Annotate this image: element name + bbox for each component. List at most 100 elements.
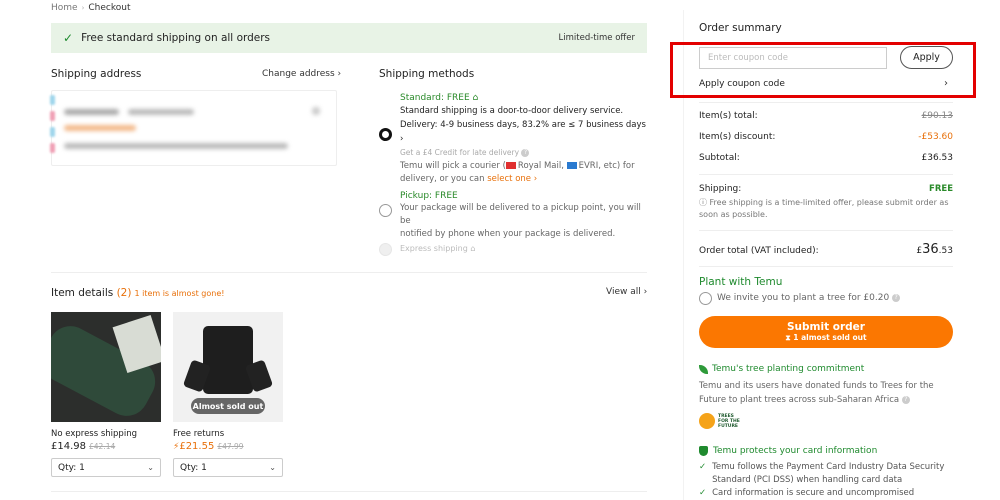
blurred-phone: [128, 109, 194, 115]
free-shipping-banner: ✓ Free standard shipping on all orders L…: [51, 23, 647, 53]
shipping-row: Shipping: FREE: [699, 184, 953, 194]
item-details-title: Item details (2) 1 item is almost gone!: [51, 287, 225, 299]
help-icon[interactable]: ?: [892, 293, 901, 302]
subtotal-value: £36.53: [921, 153, 954, 163]
items-discount-value: -£53.60: [918, 132, 953, 142]
check-icon: ✓: [63, 31, 74, 45]
address-stripe: [50, 143, 55, 153]
blurred-address: [64, 143, 288, 149]
pickup-desc-1: Your package will be delivered to a pick…: [400, 203, 641, 226]
submit-order-button[interactable]: Submit order ⧗ 1 almost sold out: [699, 316, 953, 348]
quantity-select[interactable]: Qty: 1 ⌄: [173, 458, 283, 477]
order-total-value: £36.53: [916, 242, 953, 257]
shipping-value: FREE: [929, 184, 953, 194]
divider: [699, 266, 953, 267]
almost-sold-out-badge: Almost sold out: [191, 398, 265, 414]
shipping-note: ⓘ Free shipping is a time-limited offer,…: [699, 198, 949, 219]
divider: [699, 230, 953, 231]
product-old-price: £47.99: [217, 442, 244, 451]
product-price: ⚡£21.55 £47.99: [173, 441, 244, 452]
card-protection-list: ✓ Temu follows the Payment Card Industry…: [699, 461, 959, 500]
divider: [699, 102, 953, 103]
view-all-link[interactable]: View all ›: [606, 287, 647, 297]
standard-shipping-option: Standard: FREE ⌂ Standard shipping is a …: [400, 93, 650, 186]
home-icon: ⌂: [472, 93, 479, 103]
change-address-link[interactable]: Change address ›: [262, 69, 341, 79]
blurred-label: [64, 125, 136, 131]
leaf-icon: [699, 364, 708, 374]
card-protection-title: Temu protects your card information: [699, 446, 877, 456]
product-image[interactable]: Almost sold out: [173, 312, 283, 422]
address-card[interactable]: [50, 90, 337, 166]
address-stripe: [50, 127, 55, 137]
pickup-shipping-option: Pickup: FREE Your package will be delive…: [400, 191, 650, 241]
section-divider: [51, 272, 647, 273]
tff-logo-text: TREES FOR THE FUTURE: [718, 413, 740, 429]
express-shipping-radio: [379, 243, 392, 256]
select-courier-link[interactable]: select one ›: [487, 174, 537, 184]
breadcrumb-current: Checkout: [88, 3, 131, 13]
plant-tree-invite: We invite you to plant a tree for £0.20 …: [717, 293, 901, 303]
evri-flag-icon: [566, 162, 577, 169]
tree-commitment-title: Temu's tree planting commitment: [699, 364, 864, 374]
quantity-select[interactable]: Qty: 1 ⌄: [51, 458, 161, 477]
tree-commitment-text: Temu and its users have donated funds to…: [699, 381, 934, 405]
trees-for-the-future-logo: TREES FOR THE FUTURE: [699, 410, 743, 432]
address-stripe: [50, 111, 55, 121]
shipping-address-title: Shipping address: [51, 68, 142, 80]
pickup-desc-2: notified by phone when your package is d…: [400, 229, 616, 239]
subtotal-row: Subtotal: £36.53: [699, 153, 953, 163]
plant-tree-radio[interactable]: [699, 292, 712, 305]
section-divider: [51, 491, 647, 492]
shield-icon: [699, 446, 708, 456]
divider: [699, 174, 953, 175]
delivery-estimate-link[interactable]: Delivery: 4-9 business days, 83.2% are ≤…: [400, 118, 650, 146]
coupon-input[interactable]: Enter coupon code: [699, 47, 887, 69]
home-icon: ⌂: [470, 244, 476, 253]
pickup-shipping-radio[interactable]: [379, 204, 392, 217]
chevron-right-icon[interactable]: ›: [944, 78, 948, 89]
standard-shipping-radio[interactable]: [379, 128, 392, 141]
breadcrumb-home[interactable]: Home: [51, 3, 78, 13]
pickup-shipping-title: Pickup: FREE: [400, 191, 458, 201]
edit-icon[interactable]: [312, 107, 320, 115]
plant-with-temu-title: Plant with Temu: [699, 276, 783, 288]
order-summary-title: Order summary: [699, 22, 782, 34]
items-total-value: £90.13: [921, 111, 954, 121]
product-shipping-note: No express shipping: [51, 429, 137, 439]
standard-shipping-desc: Standard shipping is a door-to-door deli…: [400, 106, 624, 116]
standard-shipping-title: Standard: FREE ⌂: [400, 93, 479, 103]
chevron-down-icon: ⌄: [269, 463, 276, 472]
product-old-price: £42.14: [89, 442, 116, 451]
item-count: (2): [116, 287, 132, 299]
breadcrumb: Home › Checkout: [51, 3, 131, 13]
submit-order-label: Submit order: [787, 321, 865, 333]
chevron-down-icon: ⌄: [147, 463, 154, 472]
hourglass-icon: ⧗: [785, 333, 791, 342]
items-discount-row: Item(s) discount: -£53.60: [699, 132, 953, 142]
banner-badge: Limited-time offer: [558, 33, 635, 43]
product-bag-shape: [203, 326, 253, 394]
express-shipping-option: Express shipping ⌂: [400, 244, 476, 253]
card-protection-point: ✓ Temu follows the Payment Card Industry…: [699, 462, 945, 485]
product-image[interactable]: [51, 312, 161, 422]
breadcrumb-separator: ›: [81, 4, 85, 12]
submit-order-sub: ⧗ 1 almost sold out: [785, 333, 867, 342]
courier-note: Temu will pick a courier (Royal Mail, EV…: [400, 161, 635, 184]
banner-text: Free standard shipping on all orders: [81, 32, 271, 44]
product-price: £14.98 £42.14: [51, 441, 116, 452]
stock-warning: 1 item is almost gone!: [134, 289, 225, 298]
check-icon: ✓: [699, 462, 707, 472]
tff-logo-mark: [699, 413, 715, 429]
apply-coupon-link[interactable]: Apply coupon code: [699, 79, 785, 89]
shipping-methods-title: Shipping methods: [379, 68, 475, 80]
order-total-row: Order total (VAT included): £36.53: [699, 242, 953, 257]
apply-coupon-button[interactable]: Apply: [900, 46, 953, 69]
help-icon[interactable]: ?: [521, 149, 530, 157]
blurred-name: [64, 109, 119, 115]
late-delivery-credit: Get a £4 Credit for late delivery ?: [400, 148, 650, 157]
address-stripe: [50, 95, 55, 105]
check-icon: ✓: [699, 488, 707, 498]
help-icon[interactable]: ?: [901, 395, 910, 404]
items-total-row: Item(s) total: £90.13: [699, 111, 953, 121]
